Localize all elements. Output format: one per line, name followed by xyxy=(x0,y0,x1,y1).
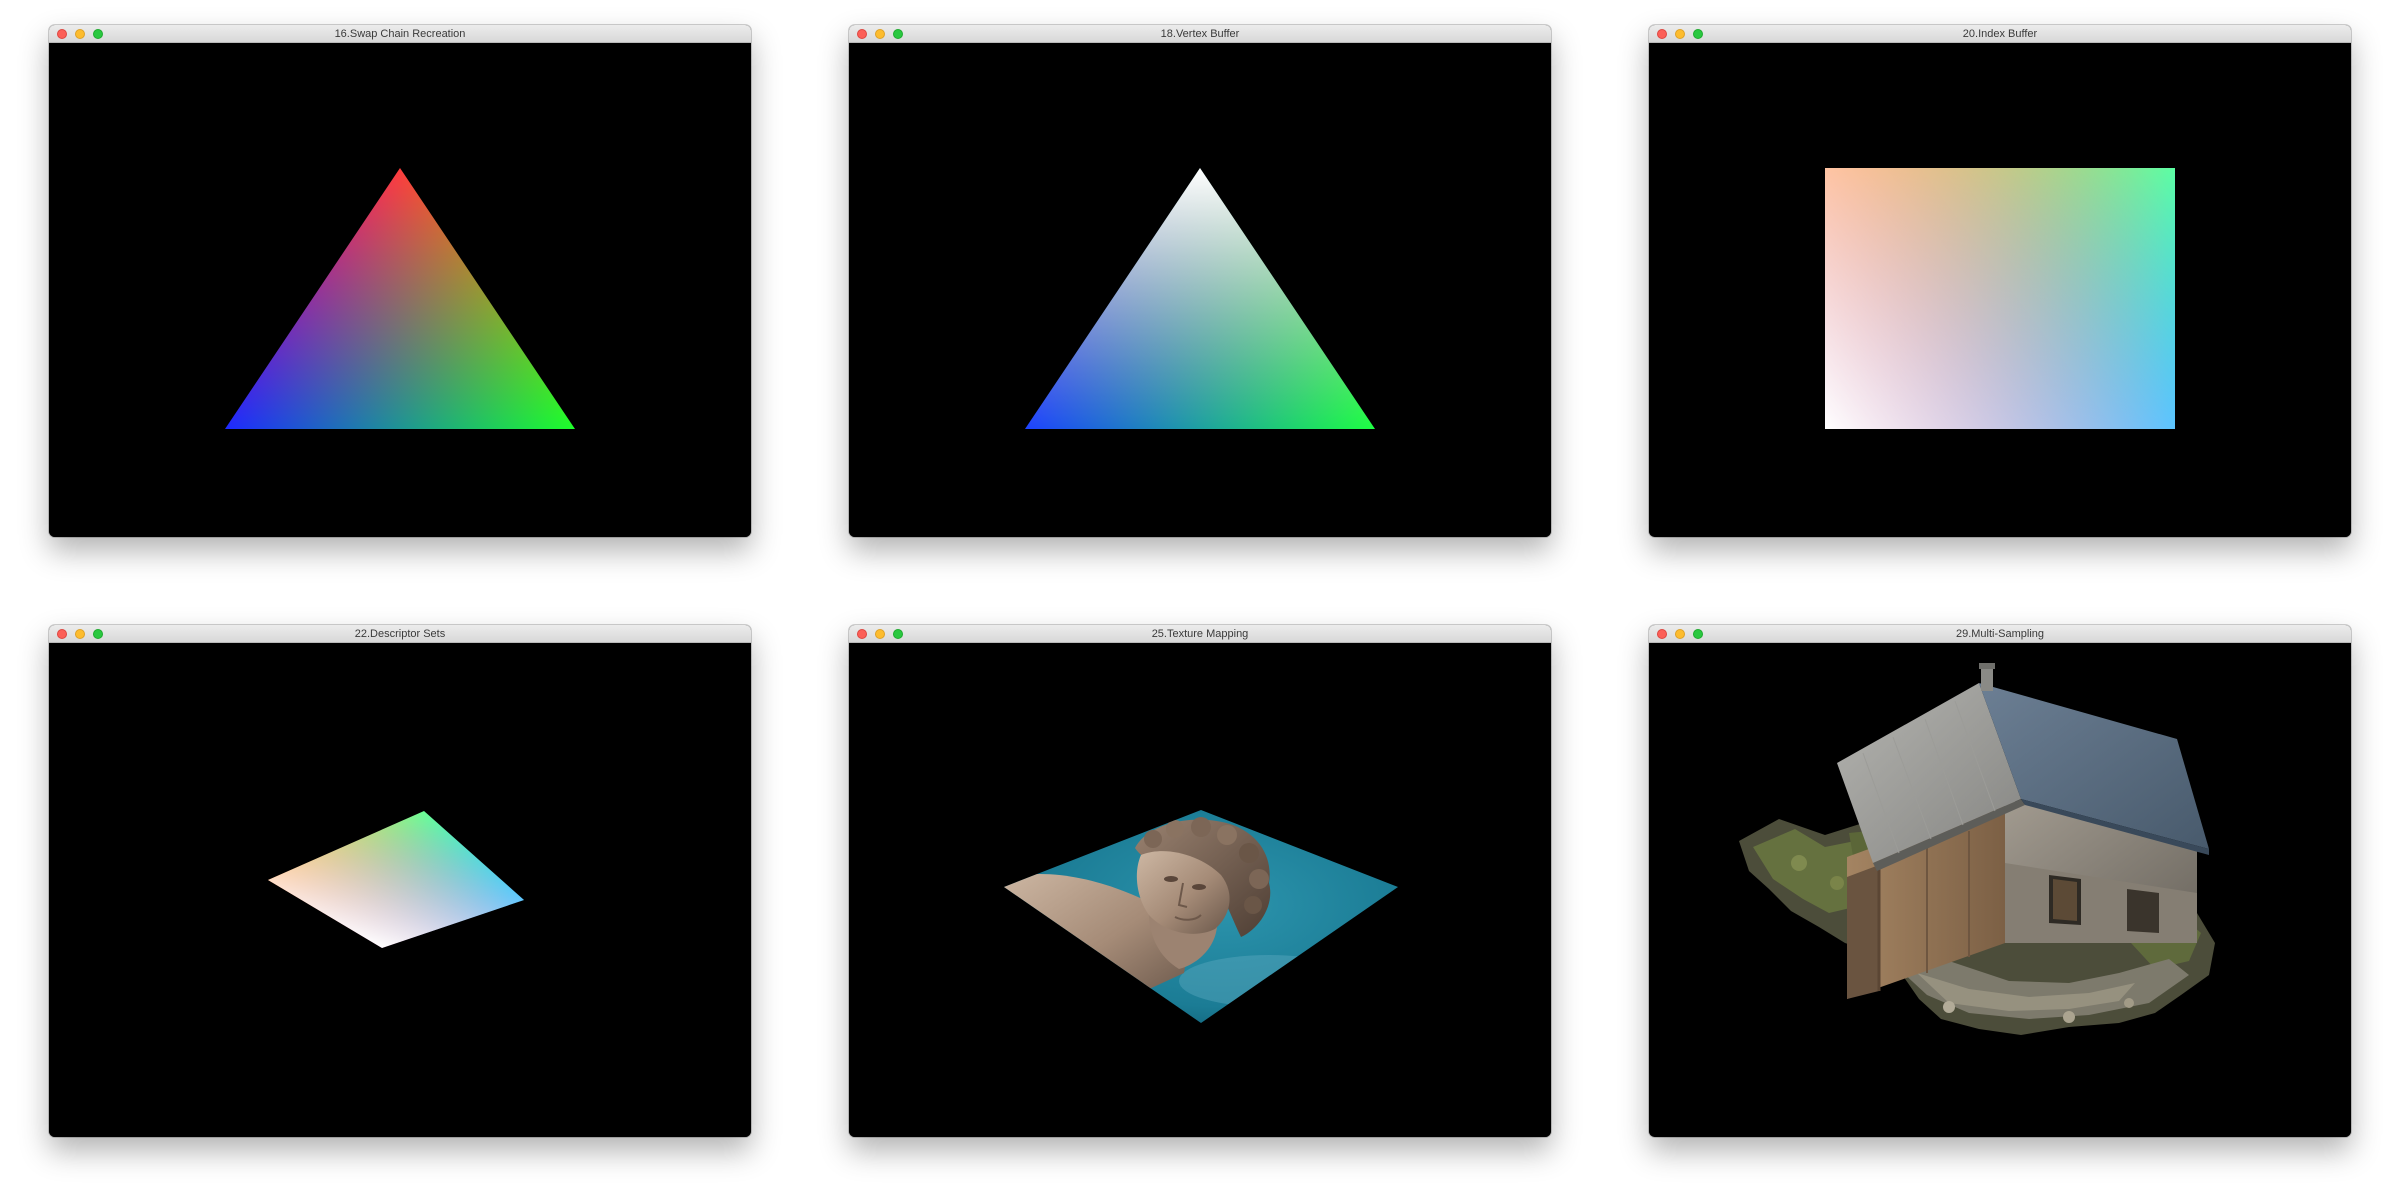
window-titlebar[interactable]: 18.Vertex Buffer xyxy=(849,25,1551,43)
render-viewport[interactable] xyxy=(49,43,751,537)
render-canvas xyxy=(1825,168,2175,429)
window-titlebar[interactable]: 22.Descriptor Sets xyxy=(49,625,751,643)
window-title: 29.Multi-Sampling xyxy=(1955,628,2045,640)
window-title: 22.Descriptor Sets xyxy=(354,628,446,640)
window-descriptor-sets: 22.Descriptor Sets xyxy=(49,625,751,1137)
window-title: 16.Swap Chain Recreation xyxy=(334,28,466,40)
render-viewport[interactable] xyxy=(849,43,1551,537)
window-index-buffer: 20.Index Buffer xyxy=(1649,25,2351,537)
rectangle-mesh xyxy=(1825,168,2175,429)
rotated-quad-mesh xyxy=(268,811,524,948)
render-canvas xyxy=(225,168,575,429)
render-viewport[interactable] xyxy=(1649,43,2351,537)
textured-quad xyxy=(1004,810,1398,1023)
render-viewport[interactable] xyxy=(1649,643,2351,1137)
render-canvas xyxy=(1004,810,1398,1023)
window-texture-mapping: 25.Texture Mapping xyxy=(849,625,1551,1137)
window-swap-chain-recreation: 16.Swap Chain Recreation xyxy=(49,25,751,537)
window-titlebar[interactable]: 29.Multi-Sampling xyxy=(1649,625,2351,643)
house-model xyxy=(1739,663,2215,1035)
window-titlebar[interactable]: 25.Texture Mapping xyxy=(849,625,1551,643)
triangle-mesh xyxy=(225,168,575,429)
window-title: 18.Vertex Buffer xyxy=(1160,28,1240,40)
triangle-mesh xyxy=(1025,168,1375,429)
render-viewport[interactable] xyxy=(49,643,751,1137)
window-title: 20.Index Buffer xyxy=(1962,28,2038,40)
render-canvas xyxy=(1739,663,2215,1035)
window-vertex-buffer: 18.Vertex Buffer xyxy=(849,25,1551,537)
render-viewport[interactable] xyxy=(849,643,1551,1137)
render-canvas xyxy=(268,811,524,948)
window-title: 25.Texture Mapping xyxy=(1151,628,1249,640)
window-titlebar[interactable]: 20.Index Buffer xyxy=(1649,25,2351,43)
render-canvas xyxy=(1025,168,1375,429)
window-multi-sampling: 29.Multi-Sampling xyxy=(1649,625,2351,1137)
window-titlebar[interactable]: 16.Swap Chain Recreation xyxy=(49,25,751,43)
